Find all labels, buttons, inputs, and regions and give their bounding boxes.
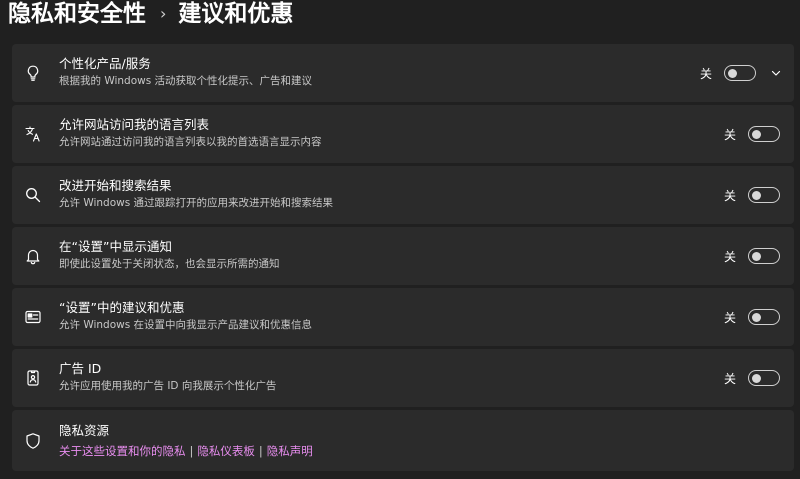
toggle-switch[interactable] [748,309,781,325]
toggle-group: 关 [700,63,782,83]
toggle-knob [752,312,762,322]
setting-description: 即使此设置处于关闭状态，也会显示所需的通知 [59,258,280,270]
breadcrumb-separator: › [160,4,167,23]
privacy-resources-title: 隐私资源 [59,423,110,438]
search-icon [24,186,42,204]
toggle-state-label: 关 [724,371,737,386]
bell-icon [24,247,42,265]
link-privacy-statement[interactable]: 隐私声明 [267,444,313,458]
toggle-state-label: 关 [724,310,737,325]
setting-improve-start-search[interactable]: 改进开始和搜索结果 允许 Windows 通过跟踪打开的应用来改进开始和搜索结果… [12,166,794,224]
toggle-knob [752,373,762,383]
toggle-knob [752,129,762,139]
setting-description: 允许网站通过访问我的语言列表以我的首选语言显示内容 [59,136,322,148]
toggle-state-label: 关 [724,127,737,142]
setting-title: “设置”中的建议和优惠 [59,300,185,315]
toggle-group: 关 [724,307,781,327]
toggle-group: 关 [724,368,781,388]
advertising-id-icon [24,369,42,387]
toggle-knob [752,251,762,261]
setting-advertising-id[interactable]: 广告 ID 允许应用使用我的广告 ID 向我展示个性化广告 关 [12,349,794,407]
setting-title: 广告 ID [59,361,102,376]
link-privacy-dashboard[interactable]: 隐私仪表板 [197,444,255,458]
setting-title: 在“设置”中显示通知 [59,239,172,254]
page-title: 建议和优惠 [178,1,294,27]
toggle-group: 关 [724,246,781,266]
breadcrumb: 隐私和安全性 › 建议和优惠 [8,0,293,28]
language-icon [24,125,42,143]
chevron-down-icon[interactable] [770,67,782,79]
setting-personalized-offers[interactable]: 个性化产品/服务 根据我的 Windows 活动获取个性化提示、广告和建议 关 [12,44,794,102]
setting-show-notifications[interactable]: 在“设置”中显示通知 即使此设置处于关闭状态，也会显示所需的通知 关 [12,227,794,285]
link-about-settings-privacy[interactable]: 关于这些设置和你的隐私 [59,444,186,458]
settings-window-icon [24,308,42,326]
setting-description: 允许 Windows 在设置中向我显示产品建议和优惠信息 [59,319,313,331]
toggle-state-label: 关 [700,66,713,81]
setting-title: 改进开始和搜索结果 [59,178,172,193]
toggle-knob [728,68,738,78]
shield-icon [24,432,42,450]
setting-description: 根据我的 Windows 活动获取个性化提示、广告和建议 [59,75,313,87]
setting-title: 个性化产品/服务 [59,56,151,71]
toggle-switch[interactable] [748,248,781,264]
setting-description: 允许 Windows 通过跟踪打开的应用来改进开始和搜索结果 [59,197,334,209]
setting-suggestions-in-settings[interactable]: “设置”中的建议和优惠 允许 Windows 在设置中向我显示产品建议和优惠信息… [12,288,794,346]
toggle-state-label: 关 [724,188,737,203]
toggle-group: 关 [724,185,781,205]
breadcrumb-parent[interactable]: 隐私和安全性 [8,0,146,28]
link-separator: | [189,444,194,458]
setting-description: 允许应用使用我的广告 ID 向我展示个性化广告 [59,380,277,392]
link-separator: | [258,444,263,458]
toggle-switch[interactable] [748,126,781,142]
toggle-group: 关 [724,124,781,144]
toggle-switch[interactable] [748,370,781,386]
lightbulb-icon [24,64,42,82]
privacy-resources-card: 隐私资源 关于这些设置和你的隐私 | 隐私仪表板 | 隐私声明 [12,410,794,471]
setting-website-language-list[interactable]: 允许网站访问我的语言列表 允许网站通过访问我的语言列表以我的首选语言显示内容 关 [12,105,794,163]
privacy-links: 关于这些设置和你的隐私 | 隐私仪表板 | 隐私声明 [59,443,313,459]
setting-title: 允许网站访问我的语言列表 [59,117,210,132]
toggle-state-label: 关 [724,249,737,264]
toggle-knob [752,190,762,200]
toggle-switch[interactable] [748,187,781,203]
toggle-switch[interactable] [724,65,757,81]
